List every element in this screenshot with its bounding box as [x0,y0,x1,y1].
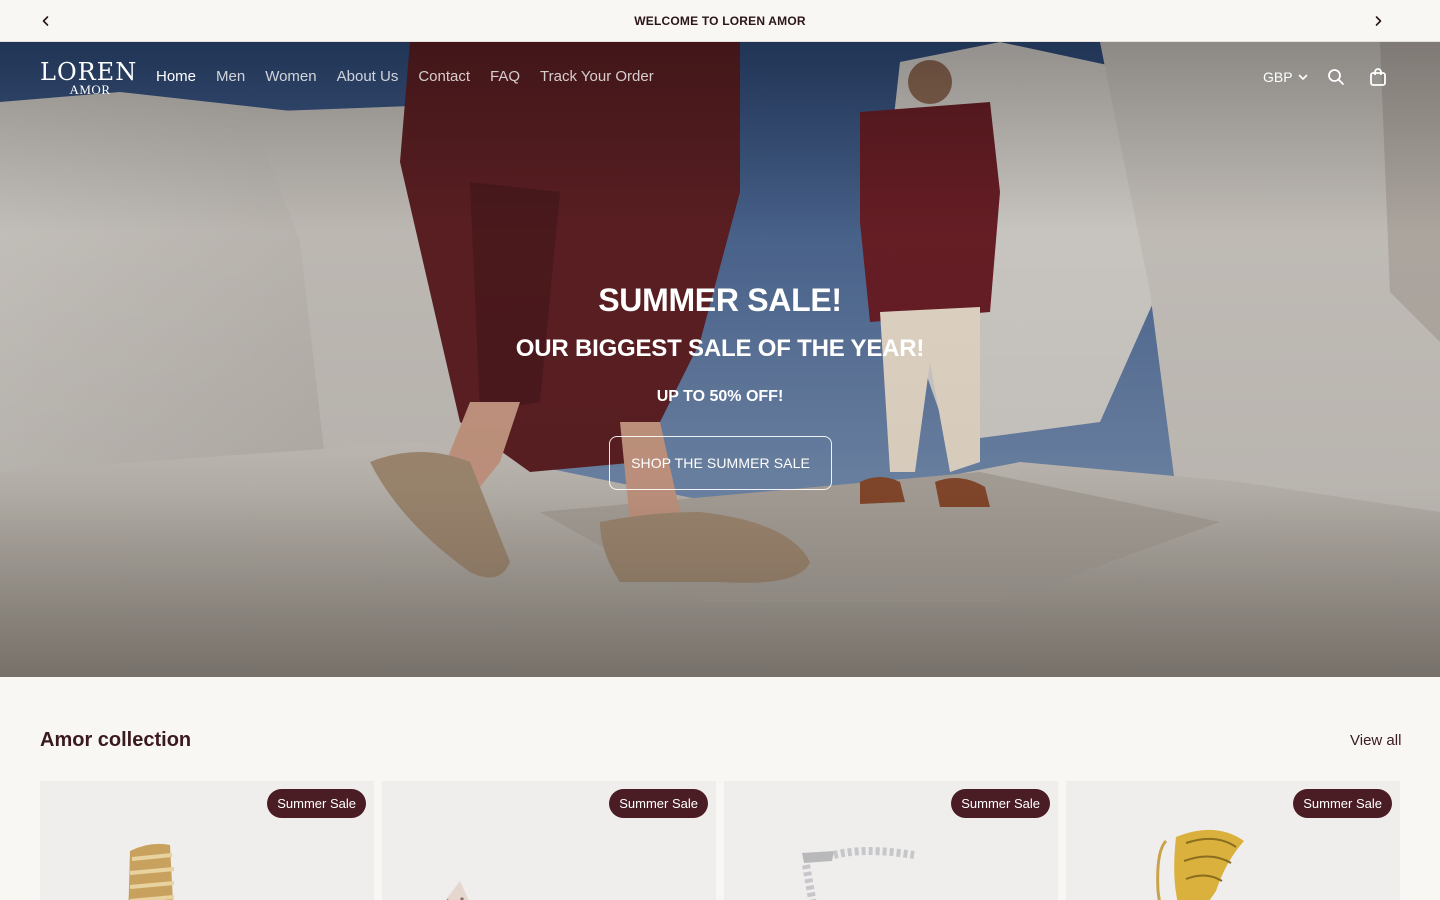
currency-label: GBP [1263,69,1293,85]
product-card[interactable]: Summer Sale [1066,781,1400,900]
chevron-right-icon [1375,16,1382,26]
announcement-bar: WELCOME TO LOREN AMOR [0,0,1440,42]
search-icon [1328,69,1344,85]
announcement-prev-button[interactable] [36,11,56,31]
product-card[interactable]: Summer Sale [724,781,1058,900]
nav-men[interactable]: Men [216,66,245,88]
sale-badge: Summer Sale [267,789,366,818]
search-button[interactable] [1325,66,1347,88]
main-nav: Home Men Women About Us Contact FAQ Trac… [156,66,674,88]
logo-text-top: LOREN [40,58,138,86]
shop-summer-sale-button[interactable]: SHOP THE SUMMER SALE [609,436,832,490]
product-card[interactable]: Summer Sale [40,781,374,900]
nav-about-us[interactable]: About Us [337,66,399,88]
nav-contact[interactable]: Contact [418,66,470,88]
nav-women[interactable]: Women [265,66,316,88]
chevron-left-icon [42,16,49,26]
sale-badge: Summer Sale [609,789,708,818]
shopping-bag-icon [1370,68,1386,86]
cart-button[interactable] [1367,66,1389,88]
view-all-link[interactable]: View all [1350,731,1401,751]
nav-track-order[interactable]: Track Your Order [540,66,654,88]
chevron-down-icon [1298,74,1307,80]
hero-discount: UP TO 50% OFF! [656,388,784,405]
collection-title: Amor collection [40,729,192,751]
nav-faq[interactable]: FAQ [490,66,520,88]
sale-badge: Summer Sale [1293,789,1392,818]
announcement-next-button[interactable] [1368,11,1388,31]
hero-subtitle: OUR BIGGEST SALE OF THE YEAR! [515,335,925,362]
sale-badge: Summer Sale [951,789,1050,818]
nav-home[interactable]: Home [156,66,196,88]
currency-selector[interactable]: GBP [1263,66,1309,88]
hero-content: SUMMER SALE! OUR BIGGEST SALE OF THE YEA… [0,280,1440,408]
site-logo[interactable]: LOREN AMOR [40,60,136,96]
product-grid: Summer Sale Summer Sale Summer Sale Summ… [40,781,1400,900]
hero-title: SUMMER SALE! [598,282,842,318]
announcement-text: WELCOME TO LOREN AMOR [634,13,806,28]
product-card[interactable]: Summer Sale [382,781,716,900]
